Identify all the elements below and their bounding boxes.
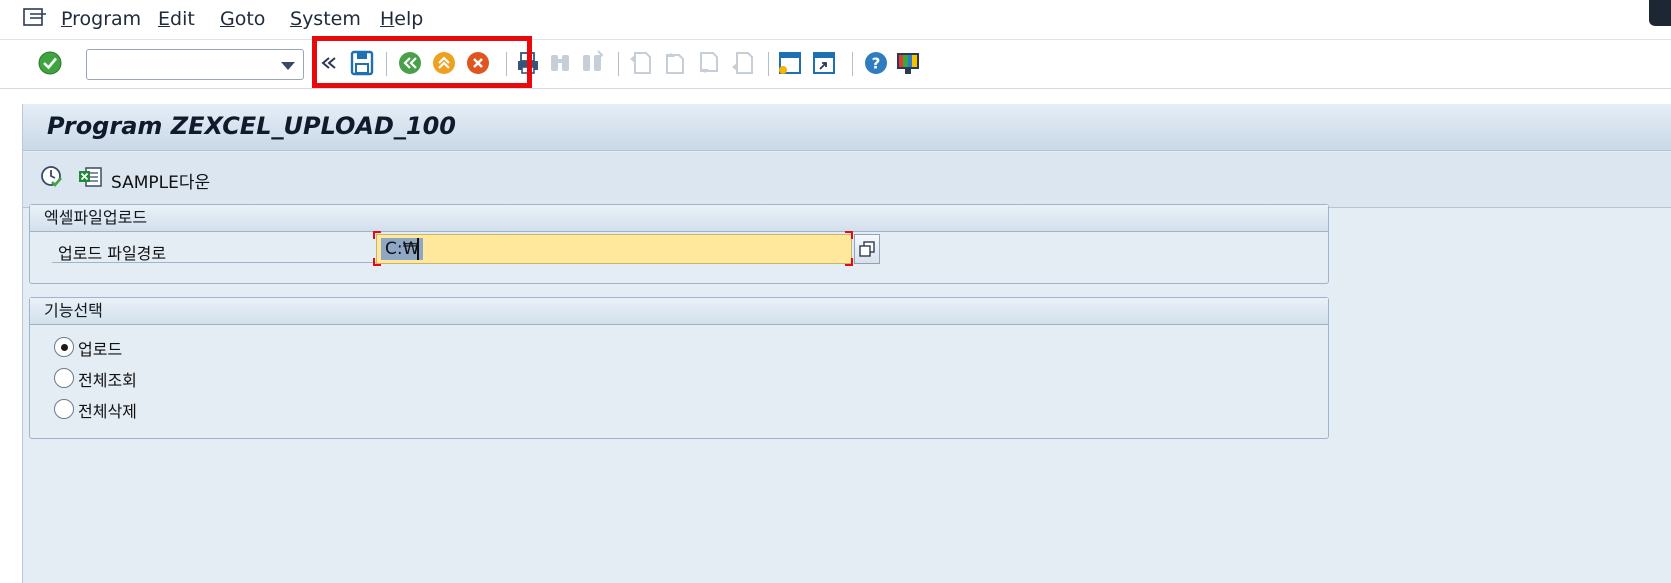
text-cursor [417,238,419,260]
print-icon[interactable] [514,49,542,77]
focus-corner-mark [373,258,381,266]
title-bar: Program ZEXCEL_UPLOAD_100 [23,104,1671,151]
toolbar-separator [768,52,769,76]
radio-selected-dot [61,344,68,351]
toolbar-separator [386,52,387,76]
menu-goto[interactable]: Goto [220,8,265,30]
focus-corner-mark [845,231,853,239]
last-page-icon [732,52,753,74]
svg-text:?: ? [872,55,881,73]
toolbar-separator [506,52,507,76]
toolbar-separator [618,52,619,76]
radio-button[interactable] [54,399,74,419]
help-icon[interactable]: ? [862,49,890,77]
back-icon[interactable] [396,49,424,77]
path-label: 업로드 파일경로 [58,244,167,263]
menu-program[interactable]: Program [61,8,141,30]
find-next-icon [583,50,604,71]
page-title: Program ZEXCEL_UPLOAD_100 [47,112,457,140]
find-icon [551,55,569,71]
exit-icon[interactable] [430,49,458,77]
value-help-icon [859,241,875,257]
standard-toolbar: ? [0,41,1671,89]
radio-view-all-label: 전체조회 [78,371,137,390]
previous-page-icon [666,53,684,74]
menu-system[interactable]: System [290,8,361,30]
menu-edit[interactable]: Edit [158,8,195,30]
save-icon[interactable] [348,49,376,77]
application-toolbar: SAMPLE다운 [23,152,1671,208]
upload-group-title: 엑셀파일업로드 [30,205,1328,232]
radio-upload-label: 업로드 [78,340,123,359]
command-field[interactable] [86,49,304,80]
cancel-icon[interactable] [464,49,492,77]
label-underline [52,262,397,263]
excel-download-icon[interactable] [77,164,103,190]
execute-icon[interactable] [39,164,65,190]
first-page-icon [630,52,651,74]
menu-help[interactable]: Help [380,8,423,30]
chevron-down-icon[interactable] [281,62,295,70]
radio-button[interactable] [54,337,74,357]
upload-groupbox: 엑셀파일업로드 업로드 파일경로 C:₩ [29,204,1329,284]
create-shortcut-icon[interactable] [810,49,838,77]
next-page-icon [700,52,718,73]
back-double-arrow-icon[interactable] [318,49,340,77]
window-corner [1649,0,1671,26]
system-menu-icon[interactable] [22,7,48,27]
file-path-input[interactable]: C:₩ [376,234,852,264]
enter-icon[interactable] [36,49,64,77]
function-groupbox: 기능선택 업로드 전체조회 전체삭제 [29,297,1329,439]
radio-delete-all-label: 전체삭제 [78,402,137,421]
toolbar-separator [852,52,853,76]
menu-bar: Program Edit Goto System Help [0,0,1671,40]
radio-button[interactable] [54,368,74,388]
work-area: Program ZEXCEL_UPLOAD_100 SAMPLE다운 엑셀파일업… [22,104,1671,583]
value-help-button[interactable] [854,234,880,264]
sample-download-button[interactable]: SAMPLE다운 [111,168,210,193]
layout-menu-icon[interactable] [894,49,922,77]
focus-corner-mark [373,231,381,239]
sap-gui-window: Program Edit Goto System Help ? Program … [0,0,1671,583]
focus-corner-mark [845,258,853,266]
function-group-title: 기능선택 [30,298,1328,325]
create-session-icon[interactable] [776,49,804,77]
